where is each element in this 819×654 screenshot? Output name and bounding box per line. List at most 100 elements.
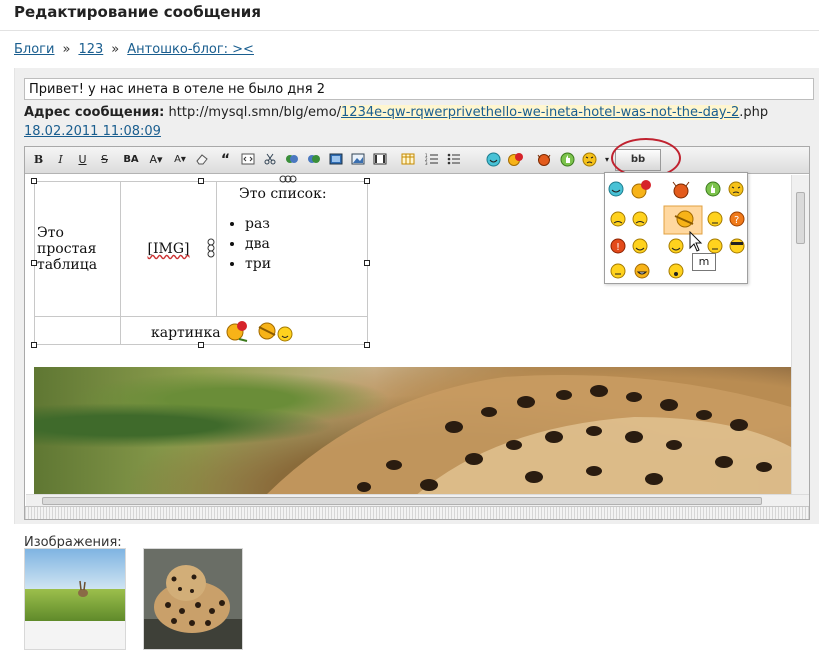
font-color-button[interactable]: A▾ bbox=[169, 151, 191, 169]
smiley-grid: ? ! bbox=[608, 180, 745, 279]
strike-button[interactable]: S bbox=[96, 151, 113, 169]
angry-smiley-icon bbox=[582, 152, 597, 167]
dizzy-smiley-icon[interactable] bbox=[610, 211, 626, 227]
leopard-photo-spots bbox=[267, 375, 791, 494]
question-smiley-icon[interactable]: ? bbox=[729, 211, 745, 227]
message-date-link[interactable]: 18.02.2011 11:08:09 bbox=[24, 124, 161, 139]
rose-smiley-icon[interactable] bbox=[631, 180, 651, 199]
column-resize-handle-icon[interactable] bbox=[279, 175, 297, 183]
unordered-list-button[interactable] bbox=[445, 151, 462, 169]
angry-smiley-icon[interactable] bbox=[728, 181, 744, 197]
image-icon bbox=[329, 153, 342, 165]
exclamation-smiley-icon[interactable]: ! bbox=[610, 238, 626, 254]
svg-text:!: ! bbox=[616, 242, 620, 253]
breadcrumb-separator: » bbox=[111, 42, 120, 57]
bored-smiley-icon[interactable] bbox=[610, 263, 626, 279]
vertical-scroll-thumb[interactable] bbox=[796, 192, 805, 244]
smiley-button[interactable] bbox=[485, 151, 502, 169]
picture-icon bbox=[351, 153, 364, 165]
breadcrumb-123-link[interactable]: 123 bbox=[78, 42, 103, 57]
code-icon bbox=[241, 153, 254, 165]
table-icon bbox=[401, 153, 414, 165]
video-button[interactable] bbox=[371, 151, 388, 169]
address-suffix: .php bbox=[739, 105, 769, 120]
thumbs-up-smiley-icon[interactable] bbox=[705, 181, 721, 197]
breadcrumb-blog-link[interactable]: Антошко-блог: >< bbox=[127, 42, 254, 57]
rose-smiley-icon bbox=[507, 153, 523, 166]
link-button[interactable] bbox=[283, 151, 300, 169]
image-button[interactable] bbox=[327, 151, 344, 169]
editor-toolbar: B I U S BA A▾ A▾ “ 1 2 3 ▾ bb bbox=[25, 138, 809, 185]
devil-smiley-icon[interactable] bbox=[672, 181, 690, 199]
smiley-button[interactable] bbox=[559, 151, 576, 169]
mouse-cursor-icon bbox=[689, 231, 703, 252]
ordered-list-icon: 123 bbox=[425, 153, 438, 166]
smile-smiley-icon[interactable] bbox=[668, 238, 684, 254]
smiley-popup: ? ! bbox=[604, 172, 748, 284]
smiley-button[interactable] bbox=[507, 151, 524, 169]
message-address: Адрес сообщения: http://mysql.smn/blg/em… bbox=[24, 105, 768, 120]
resize-handle[interactable] bbox=[364, 178, 370, 184]
image-thumbnail[interactable] bbox=[143, 548, 243, 650]
title-divider bbox=[0, 30, 819, 31]
img-placeholder: [IMG] bbox=[147, 241, 190, 257]
resize-handle[interactable] bbox=[31, 178, 37, 184]
ordered-list-button[interactable]: 123 bbox=[423, 151, 440, 169]
address-slug-link[interactable]: 1234e-qw-rqwerprivethello-we-ineta-hotel… bbox=[341, 105, 740, 120]
page-title: Редактирование сообщения bbox=[14, 3, 261, 21]
resize-handle[interactable] bbox=[198, 342, 204, 348]
content-table[interactable]: Это простая таблица [IMG] Это список: ра… bbox=[34, 181, 368, 345]
resize-handle[interactable] bbox=[364, 260, 370, 266]
neutral-smiley-icon[interactable] bbox=[707, 238, 723, 254]
clear-format-button[interactable] bbox=[193, 151, 210, 169]
table-button[interactable] bbox=[399, 151, 416, 169]
table-cell-img[interactable]: [IMG] bbox=[120, 181, 217, 317]
table-cell-caption[interactable]: картинка bbox=[120, 316, 368, 345]
resize-handle[interactable] bbox=[31, 342, 37, 348]
image-thumbnail[interactable] bbox=[24, 548, 126, 650]
table-cell-list[interactable]: Это список: раз два три bbox=[216, 181, 368, 317]
list-item: три bbox=[245, 254, 365, 274]
italic-button[interactable]: I bbox=[52, 151, 69, 169]
table-cell-text[interactable]: Это простая таблица bbox=[34, 181, 121, 317]
surprised-smiley-icon[interactable] bbox=[668, 263, 684, 279]
bold-button[interactable]: B bbox=[30, 151, 47, 169]
link-icon bbox=[285, 155, 298, 163]
unlink-button[interactable] bbox=[305, 151, 322, 169]
font-size-button[interactable]: A▾ bbox=[145, 151, 167, 169]
breadcrumb-separator: » bbox=[62, 42, 71, 57]
horizontal-scrollbar[interactable] bbox=[26, 494, 809, 506]
row-resize-handle-icon[interactable] bbox=[207, 237, 215, 259]
breadcrumb-blogs-link[interactable]: Блоги bbox=[14, 42, 54, 57]
confused-smiley-icon[interactable] bbox=[707, 211, 723, 227]
grin-smiley-icon[interactable] bbox=[634, 263, 650, 279]
bullet-list: раз два три bbox=[219, 214, 365, 274]
unlink-icon bbox=[307, 155, 320, 163]
list-item: раз bbox=[245, 214, 365, 234]
leopard-photo[interactable] bbox=[34, 367, 791, 494]
horizontal-scroll-thumb[interactable] bbox=[42, 497, 762, 505]
smiley-button[interactable] bbox=[534, 151, 554, 169]
code-button[interactable] bbox=[239, 151, 256, 169]
thumbs-up-smiley-icon bbox=[560, 152, 575, 167]
message-title-input[interactable] bbox=[24, 78, 814, 100]
cool-smiley-icon[interactable] bbox=[729, 238, 745, 254]
resize-handle[interactable] bbox=[31, 260, 37, 266]
underline-button[interactable]: U bbox=[74, 151, 91, 169]
wink-smiley-icon[interactable] bbox=[632, 238, 648, 254]
resize-handle[interactable] bbox=[198, 178, 204, 184]
sad-smiley-icon[interactable] bbox=[632, 211, 648, 227]
vertical-scrollbar[interactable] bbox=[791, 175, 809, 494]
cut-button[interactable] bbox=[261, 151, 278, 169]
picture-button[interactable] bbox=[349, 151, 366, 169]
table-cell-empty[interactable] bbox=[34, 316, 121, 345]
laughing-smiley-icon[interactable] bbox=[608, 181, 624, 197]
eraser-icon bbox=[195, 154, 208, 165]
resize-handle[interactable] bbox=[364, 342, 370, 348]
breadcrumb: Блоги » 123 » Антошко-блог: >< bbox=[14, 42, 254, 57]
caption-text: картинка bbox=[151, 324, 221, 341]
font-button[interactable]: BA bbox=[120, 151, 142, 169]
editor-resize-bar[interactable] bbox=[25, 506, 809, 519]
quote-button[interactable]: “ bbox=[217, 151, 234, 169]
smiley-button[interactable] bbox=[581, 151, 598, 169]
